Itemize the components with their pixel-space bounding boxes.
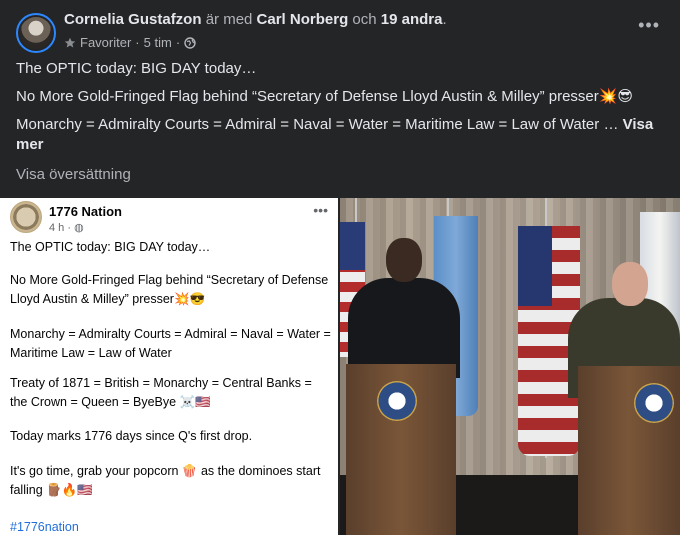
shared-paragraph-4: Treaty of 1871 = British = Monarchy = Ce… [10, 376, 312, 409]
post-line-3: Monarchy = Admiralty Courts = Admiral = … [16, 115, 664, 155]
shared-paragraph-1: The OPTIC today: BIG DAY today… [10, 240, 211, 254]
period: . [442, 11, 447, 28]
header-line: Cornelia Gustafzon är med Carl Norberg o… [64, 11, 447, 28]
post-time[interactable]: 5 tim [144, 35, 172, 50]
shared-paragraph-6: It's go time, grab your popcorn 🍿 as the… [10, 464, 321, 497]
globe-icon: ◍ [74, 222, 84, 234]
speaker-right-head [612, 262, 648, 306]
speaker-left-head [386, 238, 422, 282]
star-icon [64, 37, 76, 47]
post-line-1: The OPTIC today: BIG DAY today… [16, 60, 257, 77]
shared-paragraph-5: Today marks 1776 days since Q's first dr… [10, 429, 253, 443]
post-line-3-text: Monarchy = Admiralty Courts = Admiral = … [16, 116, 619, 133]
shared-post-card[interactable]: 1776 Nation 4 h · ◍ ••• The OPTIC today:… [0, 198, 338, 535]
page-name: 1776 Nation [49, 204, 122, 219]
with-text: är med [205, 11, 253, 28]
dod-seal-right [634, 383, 674, 423]
and-text: och [352, 11, 377, 28]
more-options-icon: ••• [313, 202, 328, 218]
post-header: Cornelia Gustafzon är med Carl Norberg o… [0, 0, 680, 60]
dot-separator: · [135, 35, 140, 50]
hashtag-link: #1776nation [10, 520, 79, 534]
author-name[interactable]: Cornelia Gustafzon [64, 11, 202, 28]
more-options-icon[interactable]: ••• [638, 16, 660, 34]
post-line-2: No More Gold-Fringed Flag behind “Secret… [16, 88, 634, 105]
audience-label[interactable]: Favoriter [80, 35, 131, 50]
author-avatar[interactable] [16, 13, 56, 53]
speaker-left [348, 278, 460, 378]
dot-separator: · [67, 222, 72, 234]
globe-icon [184, 36, 196, 49]
dot-separator: · [175, 35, 181, 50]
post-meta: Favoriter · 5 tim · [64, 35, 196, 50]
see-translation-link[interactable]: Visa översättning [16, 166, 131, 183]
shared-paragraph-2: No More Gold-Fringed Flag behind “Secret… [10, 273, 329, 306]
dod-seal-left [377, 381, 417, 421]
tagged-name[interactable]: Carl Norberg [257, 11, 349, 28]
shared-post-meta: 4 h · ◍ [49, 221, 84, 234]
shared-paragraph-3: Monarchy = Admiralty Courts = Admiral = … [10, 327, 331, 360]
others-link[interactable]: 19 andra [381, 11, 443, 28]
press-conference-photo[interactable] [340, 198, 680, 535]
page-avatar [10, 201, 42, 233]
shared-post-time: 4 h [49, 222, 65, 234]
